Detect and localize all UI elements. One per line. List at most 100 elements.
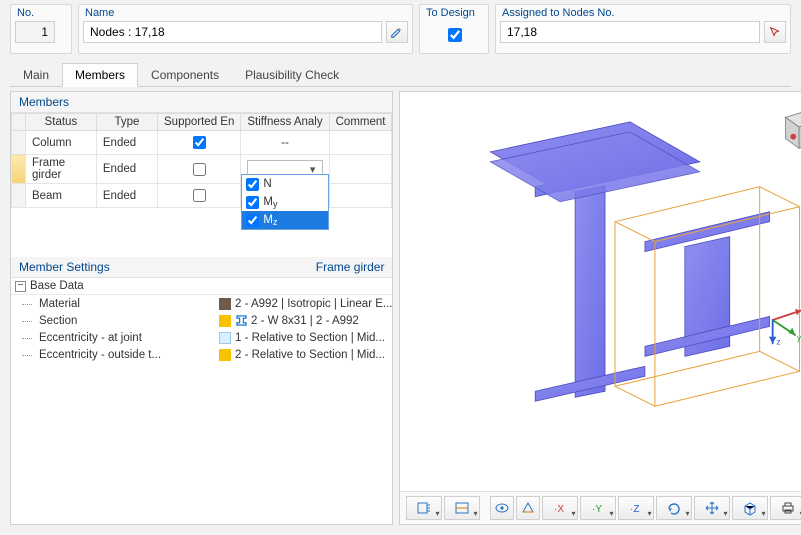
input-no	[15, 21, 55, 43]
model-render	[400, 92, 801, 491]
input-assigned-nodes[interactable]	[500, 21, 760, 43]
input-name[interactable]	[83, 21, 382, 43]
stiffness-option-checkbox[interactable]	[246, 214, 259, 227]
col-status[interactable]: Status	[25, 114, 96, 131]
axis-triad-icon: x y z	[754, 292, 801, 348]
members-table[interactable]: Status Type Supported En Stiffness Analy…	[11, 113, 392, 208]
cell-status[interactable]: Column	[25, 131, 96, 155]
chevron-down-icon: ▾	[685, 509, 689, 518]
stiffness-option-checkbox[interactable]	[246, 178, 259, 191]
color-swatch	[219, 298, 231, 310]
chevron-down-icon: ▾	[647, 509, 651, 518]
stiffness-option[interactable]: Mz	[242, 211, 328, 229]
chevron-down-icon: ▾	[609, 509, 613, 518]
cell-stiffness[interactable]: --	[241, 131, 329, 155]
table-row[interactable]: Beam Ended	[12, 184, 392, 208]
tree-row[interactable]: Eccentricity - at joint 1 - Relative to …	[11, 329, 392, 346]
tree-group-base-data[interactable]: − Base Data	[11, 278, 392, 295]
stiffness-option-label: My	[263, 196, 277, 208]
navigation-cube[interactable]	[772, 98, 801, 156]
tree-row[interactable]: Section 2 - W 8x31 | 2 - A992	[11, 312, 392, 329]
pick-nodes-button[interactable]	[764, 21, 786, 43]
label-to-design: To Design	[420, 5, 488, 19]
collapse-icon[interactable]: −	[15, 281, 26, 292]
view-z-button[interactable]: ·Z ▾	[618, 496, 654, 520]
move-button[interactable]: ▾	[694, 496, 730, 520]
checkbox-to-design[interactable]	[448, 24, 462, 46]
stiffness-option-label: N	[263, 178, 271, 190]
color-swatch	[219, 349, 231, 361]
cell-status[interactable]: Frame girder	[25, 155, 96, 184]
stiffness-option[interactable]: My	[242, 193, 328, 211]
cell-type[interactable]: Ended	[96, 155, 157, 184]
model-viewport[interactable]: x y z	[400, 92, 801, 491]
cell-comment[interactable]	[329, 131, 392, 155]
cell-comment[interactable]	[329, 184, 392, 208]
col-stiffness[interactable]: Stiffness Analy	[241, 114, 329, 131]
member-settings-title-text: Member Settings	[19, 260, 110, 274]
view-y-button[interactable]: ·Y ▾	[580, 496, 616, 520]
left-panel: Members Status Type Supported En Stiffne…	[10, 91, 393, 525]
table-row[interactable]: Column Ended --	[12, 131, 392, 155]
tree-row-key: Material	[39, 298, 219, 310]
field-assigned-nodes: Assigned to Nodes No.	[495, 4, 791, 54]
ibeam-icon	[235, 315, 247, 327]
cell-status[interactable]: Beam	[25, 184, 96, 208]
header-fields: No. Name To Design Assigned to Nodes No.	[10, 4, 791, 54]
table-row[interactable]: Frame girder Ended ▾ N	[12, 155, 392, 184]
cell-stiffness-combo[interactable]: ▾ N My	[241, 155, 329, 184]
print-button[interactable]: ▾	[770, 496, 801, 520]
field-name: Name	[78, 4, 413, 54]
cell-type[interactable]: Ended	[96, 184, 157, 208]
svg-text:y: y	[797, 332, 801, 342]
field-no: No.	[10, 4, 72, 54]
chevron-down-icon: ▾	[435, 509, 439, 518]
tree-row-value: 1 - Relative to Section | Mid...	[235, 332, 392, 344]
tab-bar: Main Members Components Plausibility Che…	[10, 62, 791, 87]
label-assigned-nodes: Assigned to Nodes No.	[496, 5, 790, 19]
stiffness-option[interactable]: N	[242, 175, 328, 193]
svg-text:z: z	[777, 336, 781, 346]
col-rowmark	[12, 114, 26, 131]
tree-row-value: 2 - Relative to Section | Mid...	[235, 349, 392, 361]
members-title-text: Members	[19, 95, 69, 109]
view-settings-button[interactable]: ▾	[406, 496, 442, 520]
cell-supported-checkbox[interactable]	[193, 189, 206, 202]
color-swatch	[219, 315, 231, 327]
svg-text:·Z: ·Z	[630, 504, 639, 515]
tab-plausibility[interactable]: Plausibility Check	[232, 63, 352, 87]
cell-supported-checkbox[interactable]	[193, 136, 206, 149]
box-view-button[interactable]: ▾	[732, 496, 768, 520]
show-hide-button[interactable]	[490, 496, 514, 520]
col-type[interactable]: Type	[96, 114, 157, 131]
field-to-design: To Design	[419, 4, 489, 54]
perspective-button[interactable]	[516, 496, 540, 520]
tab-members[interactable]: Members	[62, 63, 138, 87]
viewport-toolbar: ▾ ▾ ·X ▾ ·Y ▾ ·Z ▾	[400, 491, 801, 524]
cell-supported-checkbox[interactable]	[193, 163, 206, 176]
tree-row[interactable]: Material 2 - A992 | Isotropic | Linear E…	[11, 295, 392, 312]
col-supported[interactable]: Supported En	[158, 114, 241, 131]
display-mode-button[interactable]: ▾	[444, 496, 480, 520]
view-x-button[interactable]: ·X ▾	[542, 496, 578, 520]
cell-type[interactable]: Ended	[96, 131, 157, 155]
cell-comment[interactable]	[329, 155, 392, 184]
chevron-down-icon: ▾	[761, 509, 765, 518]
col-comment[interactable]: Comment	[329, 114, 392, 131]
tree-row[interactable]: Eccentricity - outside t... 2 - Relative…	[11, 346, 392, 363]
edit-name-button[interactable]	[386, 21, 408, 43]
stiffness-popup[interactable]: N My Mz	[241, 174, 329, 230]
label-no: No.	[11, 5, 71, 19]
tree-row-key: Section	[39, 315, 219, 327]
tree-row-key: Eccentricity - at joint	[39, 332, 219, 344]
tab-components[interactable]: Components	[138, 63, 232, 87]
member-settings-title: Member Settings Frame girder	[11, 257, 392, 278]
chevron-down-icon: ▾	[571, 509, 575, 518]
tab-main[interactable]: Main	[10, 63, 62, 87]
tree-row-key: Eccentricity - outside t...	[39, 349, 219, 361]
rotate-button[interactable]: ▾	[656, 496, 692, 520]
member-settings-tree[interactable]: − Base Data Material 2 - A992 | Isotropi…	[11, 278, 392, 376]
color-swatch	[219, 332, 231, 344]
stiffness-option-checkbox[interactable]	[246, 196, 259, 209]
right-panel: x y z ▾ ▾	[399, 91, 801, 525]
